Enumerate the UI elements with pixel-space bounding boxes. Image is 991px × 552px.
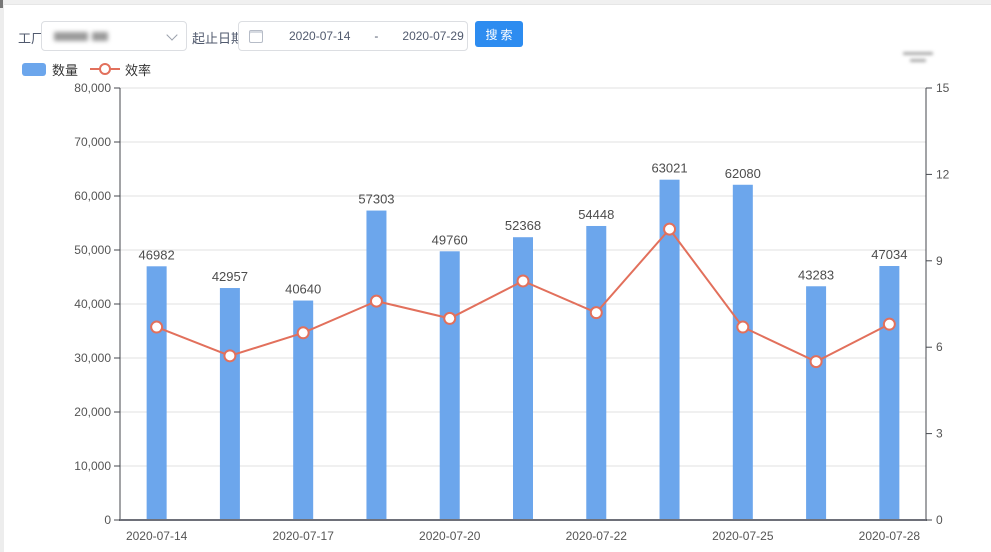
- x-axis-label: 2020-07-28: [859, 529, 921, 543]
- bar-2020-07-22[interactable]: [586, 226, 606, 520]
- left-axis-label: 10,000: [74, 459, 111, 473]
- bar-value-label: 49760: [432, 232, 468, 247]
- left-axis-label: 0: [104, 513, 111, 527]
- left-axis-label: 50,000: [74, 243, 111, 257]
- bar-2020-07-25[interactable]: [733, 185, 753, 520]
- right-axis-label: 0: [936, 513, 943, 527]
- line-marker[interactable]: [151, 322, 162, 333]
- right-axis-label: 3: [936, 427, 943, 441]
- bar-value-label: 63021: [651, 161, 687, 176]
- bar-value-label: 62080: [725, 166, 761, 181]
- x-axis-label: 2020-07-14: [126, 529, 188, 543]
- left-axis-label: 60,000: [74, 189, 111, 203]
- line-marker[interactable]: [591, 307, 602, 318]
- line-marker[interactable]: [737, 322, 748, 333]
- bar-value-label: 57303: [358, 192, 394, 207]
- bar-value-label: 47034: [871, 247, 907, 262]
- right-axis-label: 12: [936, 167, 950, 181]
- x-axis-label: 2020-07-17: [272, 529, 334, 543]
- line-marker[interactable]: [444, 313, 455, 324]
- right-axis-label: 6: [936, 340, 943, 354]
- bar-[interactable]: [220, 288, 240, 520]
- bar-value-label: 52368: [505, 218, 541, 233]
- line-marker[interactable]: [298, 327, 309, 338]
- bar-value-label: 43283: [798, 267, 834, 282]
- bar-value-label: 40640: [285, 282, 321, 297]
- bar-[interactable]: [806, 286, 826, 520]
- line-marker[interactable]: [884, 319, 895, 330]
- line-marker[interactable]: [811, 356, 822, 367]
- right-axis-label: 9: [936, 254, 943, 268]
- x-axis-label: 2020-07-25: [712, 529, 774, 543]
- bar-value-label: 46982: [139, 247, 175, 262]
- line-marker[interactable]: [224, 350, 235, 361]
- bar-[interactable]: [366, 211, 386, 520]
- right-axis-label: 15: [936, 81, 950, 95]
- combo-chart: 46982 42957 40640 57303 49760 52368 54448 63021…: [0, 0, 991, 552]
- left-axis-label: 70,000: [74, 135, 111, 149]
- bar-2020-07-14[interactable]: [147, 266, 167, 520]
- left-axis-label: 30,000: [74, 351, 111, 365]
- line-marker[interactable]: [518, 275, 529, 286]
- left-axis-label: 80,000: [74, 81, 111, 95]
- bar-2020-07-20[interactable]: [440, 251, 460, 520]
- line-marker[interactable]: [371, 296, 382, 307]
- bar-2020-07-28[interactable]: [879, 266, 899, 520]
- left-axis-label: 40,000: [74, 297, 111, 311]
- left-axis-label: 20,000: [74, 405, 111, 419]
- bar-value-label: 54448: [578, 207, 614, 222]
- x-axis-label: 2020-07-22: [566, 529, 628, 543]
- x-axis-label: 2020-07-20: [419, 529, 481, 543]
- line-marker[interactable]: [664, 224, 675, 235]
- bar-value-label: 42957: [212, 269, 248, 284]
